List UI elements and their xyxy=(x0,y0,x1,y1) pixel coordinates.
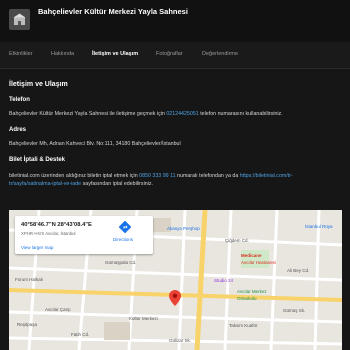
directions-icon[interactable] xyxy=(119,221,131,233)
view-larger-map-link[interactable]: View larger map xyxy=(21,245,53,250)
map-label: İstanbul Rüya xyxy=(305,224,333,229)
tab-reviews[interactable]: Değerlendirme xyxy=(202,51,238,57)
map-label: Reşitpaşa xyxy=(17,322,38,327)
venue-logo xyxy=(9,9,30,30)
phone-text: Bahçelievler Kültür Merkezi Yayla Sahnes… xyxy=(9,111,283,117)
refund-url-link-part2[interactable]: tr/sayfa/satinalma-iptal-ve-iade xyxy=(9,181,81,187)
section-title: İletişim ve Ulaşım xyxy=(9,81,68,88)
map-label: Gülizar Sk. xyxy=(169,338,192,343)
phone-heading: Telefon xyxy=(9,97,30,103)
map-label: Avcılar Çarşı xyxy=(45,307,71,312)
venue-header: Bahçelievler Kültür Merkezi Yayla Sahnes… xyxy=(0,0,350,42)
map-label: Gümüşpala Cd. xyxy=(105,260,137,265)
map-label: Forum Halkalı xyxy=(15,277,44,282)
address-text: Bahçelievler Mh, Adnan Kahveci Blv. No:1… xyxy=(9,141,181,147)
refund-url-link-part1[interactable]: https://biletinial.com/tr- xyxy=(240,173,293,179)
refund-text-line1: biletinial.com üzerinden aldığınız bilet… xyxy=(9,173,293,179)
map-plus-code: XPHR+HVS Avcılar, İstanbul xyxy=(21,231,76,236)
map-label: Studio 24 xyxy=(214,278,234,283)
map-label: Akasya Perşhop xyxy=(167,226,200,231)
refund-heading: Bilet İptali & Destek xyxy=(9,157,66,163)
map-label: Avcılar Merkez xyxy=(237,289,267,294)
refund-text-mid: numaralı telefondan ya da xyxy=(175,173,240,179)
map-label: Fatih Cd. xyxy=(71,332,90,337)
map-info-card: 40°58'46.7"N 28°43'08.4"E XPHR+HVS Avcıl… xyxy=(15,216,153,254)
tab-contact[interactable]: İletişim ve Ulaşım xyxy=(92,51,138,57)
venue-title: Bahçelievler Kültür Merkezi Yayla Sahnes… xyxy=(38,7,188,16)
contact-section: İletişim ve Ulaşım Telefon Bahçelievler … xyxy=(0,69,350,350)
map-label: Medicane xyxy=(241,253,262,258)
map-label: Çiğdem Cd. xyxy=(225,238,249,243)
support-phone-link[interactable]: 0850 333 99 11 xyxy=(139,173,175,179)
venue-tabs: Etkinlikler Hakkında İletişim ve Ulaşım … xyxy=(0,42,350,69)
map-label: Ortaokulu xyxy=(237,296,257,301)
building-icon xyxy=(13,13,26,25)
embedded-map[interactable]: Akasya Perşhop Çiğdem Cd. İstanbul Rüya … xyxy=(9,210,342,350)
map-coordinates: 40°58'46.7"N 28°43'08.4"E xyxy=(21,222,92,228)
refund-text-before: biletinial.com üzerinden aldığınız bilet… xyxy=(9,173,140,179)
tab-about[interactable]: Hakkında xyxy=(51,51,74,57)
phone-text-after: telefon numarasını kullanabilirsiniz. xyxy=(198,111,283,117)
directions-link[interactable]: Directions xyxy=(113,237,133,242)
map-label: Gümüş Sk. xyxy=(283,308,306,313)
tab-events[interactable]: Etkinlikler xyxy=(9,51,33,57)
address-heading: Adres xyxy=(9,127,27,133)
map-label: Ali Bey Cd. xyxy=(287,268,310,273)
refund-text-line2: tr/sayfa/satinalma-iptal-ve-iade sayfası… xyxy=(9,181,153,187)
map-pin-icon[interactable] xyxy=(169,290,181,306)
phone-text-before: Bahçelievler Kültür Merkezi Yayla Sahnes… xyxy=(9,111,167,117)
refund-text-after: sayfasından iptal edebilirsiniz. xyxy=(81,181,153,187)
tab-photos[interactable]: Fotoğraflar xyxy=(156,51,183,57)
map-label: Kültür Merkezi xyxy=(129,316,158,321)
phone-link[interactable]: 02124425051 xyxy=(166,111,198,117)
map-label: Avcılar Hastanesi xyxy=(241,260,276,265)
map-label: Taksim Kuaför xyxy=(229,323,258,328)
